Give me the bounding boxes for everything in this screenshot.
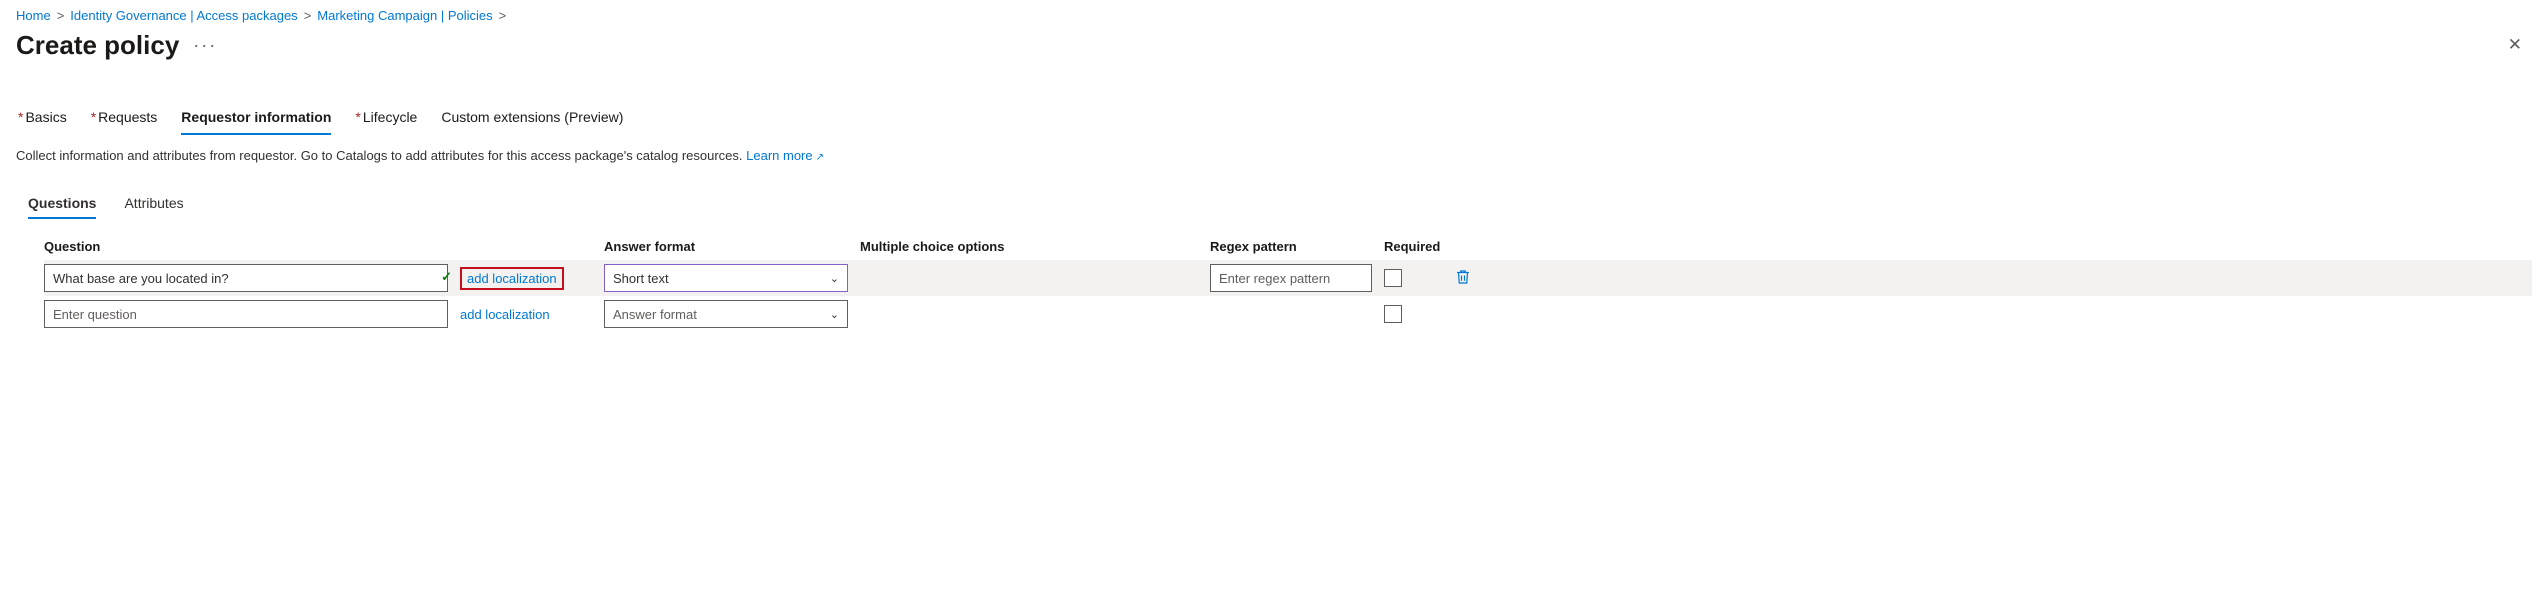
intro-text: Collect information and attributes from … xyxy=(16,148,2532,163)
tab-custom-ext-label: Custom extensions (Preview) xyxy=(441,109,623,125)
tab-requestor-info-label: Requestor information xyxy=(181,109,331,125)
page-title: Create policy xyxy=(16,30,179,61)
chevron-down-icon: ⌄ xyxy=(830,308,839,321)
breadcrumb-sep: > xyxy=(304,8,312,23)
answer-format-value: Short text xyxy=(613,271,669,286)
question-row: add localization Answer format ⌄ xyxy=(44,296,2532,332)
add-localization-link[interactable]: add localization xyxy=(460,267,564,290)
answer-format-value: Answer format xyxy=(613,307,697,322)
trash-icon xyxy=(1454,268,1472,286)
subtab-attributes[interactable]: Attributes xyxy=(124,191,183,219)
questions-header-row: Question Answer format Multiple choice o… xyxy=(44,233,2532,260)
breadcrumb-sep: > xyxy=(499,8,507,23)
breadcrumb-home[interactable]: Home xyxy=(16,8,51,23)
col-question: Question xyxy=(44,239,460,254)
breadcrumb-governance[interactable]: Identity Governance | Access packages xyxy=(70,8,297,23)
tab-basics-label: Basics xyxy=(25,109,66,125)
add-localization-link[interactable]: add localization xyxy=(460,307,550,322)
main-tabs: *Basics *Requests Requestor information … xyxy=(16,105,2532,136)
chevron-down-icon: ⌄ xyxy=(830,272,839,285)
sub-tabs: Questions Attributes xyxy=(16,191,2532,219)
intro-text-content: Collect information and attributes from … xyxy=(16,148,746,163)
required-checkbox[interactable] xyxy=(1384,305,1402,323)
breadcrumb: Home > Identity Governance | Access pack… xyxy=(16,8,2532,23)
subtab-questions[interactable]: Questions xyxy=(28,191,96,219)
tab-custom-extensions[interactable]: Custom extensions (Preview) xyxy=(441,105,623,135)
more-actions-button[interactable]: ··· xyxy=(193,35,217,56)
learn-more-link[interactable]: Learn more xyxy=(746,148,824,163)
question-row: ✓ add localization Short text ⌄ xyxy=(44,260,2532,296)
col-mc-options: Multiple choice options xyxy=(860,239,1210,254)
breadcrumb-campaign[interactable]: Marketing Campaign | Policies xyxy=(317,8,492,23)
regex-input[interactable] xyxy=(1210,264,1372,292)
question-input[interactable] xyxy=(44,264,448,292)
breadcrumb-sep: > xyxy=(57,8,65,23)
tab-requestor-info[interactable]: Requestor information xyxy=(181,105,331,135)
tab-requests[interactable]: *Requests xyxy=(91,105,158,135)
tab-lifecycle[interactable]: *Lifecycle xyxy=(355,105,417,135)
col-regex: Regex pattern xyxy=(1210,239,1384,254)
col-answer-format: Answer format xyxy=(604,239,860,254)
required-checkbox[interactable] xyxy=(1384,269,1402,287)
tab-lifecycle-label: Lifecycle xyxy=(363,109,417,125)
col-required: Required xyxy=(1384,239,1454,254)
answer-format-select[interactable]: Answer format ⌄ xyxy=(604,300,848,328)
delete-row-button[interactable] xyxy=(1454,274,1472,289)
question-input[interactable] xyxy=(44,300,448,328)
answer-format-select[interactable]: Short text ⌄ xyxy=(604,264,848,292)
tab-basics[interactable]: *Basics xyxy=(18,105,67,135)
tab-requests-label: Requests xyxy=(98,109,157,125)
close-button[interactable]: ✕ xyxy=(2498,29,2532,61)
valid-check-icon: ✓ xyxy=(441,269,452,285)
